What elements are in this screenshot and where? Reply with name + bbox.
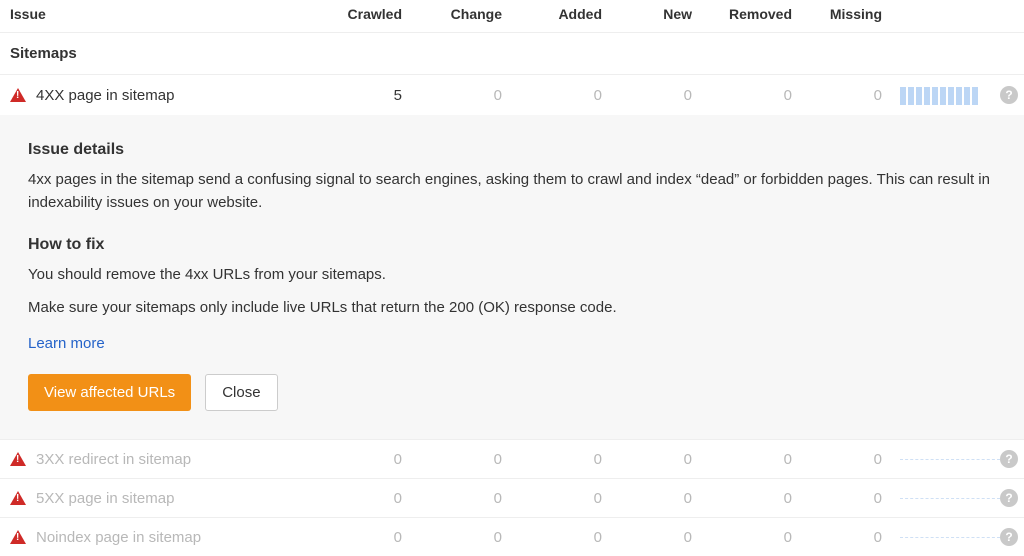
cell-new: 0 (620, 529, 710, 546)
cell-new: 0 (620, 451, 710, 468)
details-panel: Issue details 4xx pages in the sitemap s… (0, 115, 1024, 439)
cell-crawled: 5 (330, 87, 420, 104)
cell-added: 0 (520, 87, 620, 104)
help-icon[interactable]: ? (1000, 86, 1018, 104)
cell-crawled: 0 (330, 529, 420, 546)
col-added[interactable]: Added (520, 6, 620, 22)
cell-missing: 0 (810, 490, 900, 507)
cell-missing: 0 (810, 529, 900, 546)
cell-change: 0 (420, 529, 520, 546)
learn-more-link[interactable]: Learn more (28, 335, 105, 352)
issue-label: Noindex page in sitemap (36, 529, 201, 546)
col-change[interactable]: Change (420, 6, 520, 22)
cell-removed: 0 (710, 490, 810, 507)
cell-added: 0 (520, 490, 620, 507)
help-icon[interactable]: ? (1000, 450, 1018, 468)
cell-removed: 0 (710, 529, 810, 546)
table-header: Issue Crawled Change Added New Removed M… (0, 0, 1024, 33)
col-removed[interactable]: Removed (710, 6, 810, 22)
cell-crawled: 0 (330, 451, 420, 468)
col-missing[interactable]: Missing (810, 6, 900, 22)
warning-icon (10, 88, 26, 102)
sparkline (900, 537, 1000, 538)
sparkline (900, 85, 1000, 105)
cell-new: 0 (620, 490, 710, 507)
view-affected-button[interactable]: View affected URLs (28, 374, 191, 411)
help-icon[interactable]: ? (1000, 528, 1018, 546)
sparkline (900, 459, 1000, 460)
cell-missing: 0 (810, 87, 900, 104)
cell-added: 0 (520, 529, 620, 546)
cell-new: 0 (620, 87, 710, 104)
table-row[interactable]: Noindex page in sitemap 0 0 0 0 0 0 ? (0, 517, 1024, 556)
close-button[interactable]: Close (205, 374, 277, 411)
cell-change: 0 (420, 490, 520, 507)
sparkline (900, 498, 1000, 499)
howto-line-2: Make sure your sitemaps only include liv… (28, 297, 996, 320)
issue-label: 4XX page in sitemap (36, 87, 174, 104)
warning-icon (10, 491, 26, 505)
warning-icon (10, 452, 26, 466)
cell-added: 0 (520, 451, 620, 468)
issue-label: 3XX redirect in sitemap (36, 451, 191, 468)
cell-change: 0 (420, 87, 520, 104)
warning-icon (10, 530, 26, 544)
table-row[interactable]: 4XX page in sitemap 5 0 0 0 0 0 ? (0, 74, 1024, 115)
cell-change: 0 (420, 451, 520, 468)
col-issue[interactable]: Issue (10, 6, 330, 22)
details-desc: 4xx pages in the sitemap send a confusin… (28, 169, 996, 214)
table-row[interactable]: 5XX page in sitemap 0 0 0 0 0 0 ? (0, 478, 1024, 517)
cell-removed: 0 (710, 451, 810, 468)
cell-missing: 0 (810, 451, 900, 468)
col-crawled[interactable]: Crawled (330, 6, 420, 22)
details-title: Issue details (28, 141, 996, 159)
cell-crawled: 0 (330, 490, 420, 507)
howto-line-1: You should remove the 4xx URLs from your… (28, 264, 996, 287)
cell-removed: 0 (710, 87, 810, 104)
help-icon[interactable]: ? (1000, 489, 1018, 507)
table-row[interactable]: 3XX redirect in sitemap 0 0 0 0 0 0 ? (0, 439, 1024, 478)
section-heading: Sitemaps (0, 33, 1024, 74)
howto-title: How to fix (28, 236, 996, 254)
col-new[interactable]: New (620, 6, 710, 22)
issue-label: 5XX page in sitemap (36, 490, 174, 507)
